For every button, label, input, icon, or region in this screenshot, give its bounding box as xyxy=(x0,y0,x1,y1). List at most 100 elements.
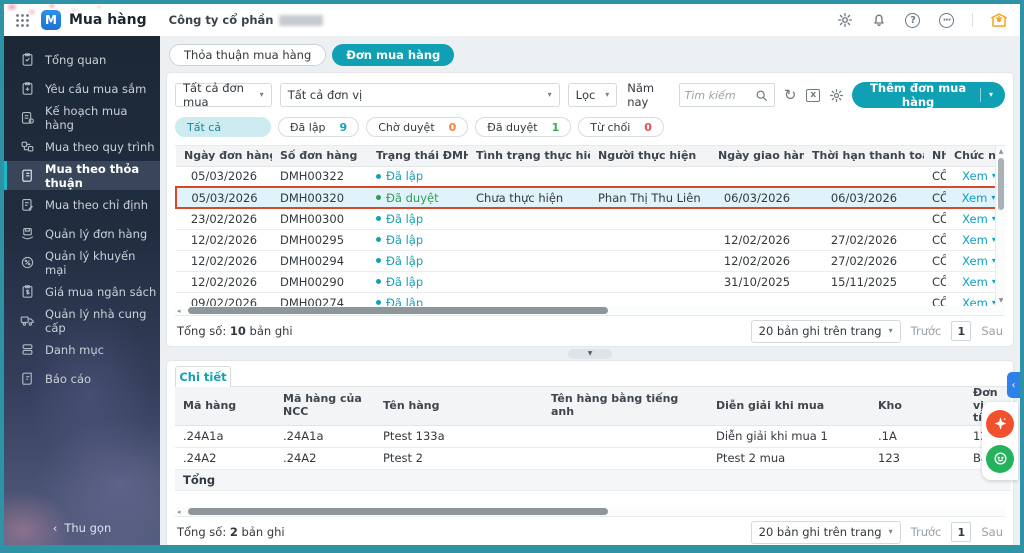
cell-date: 09/02/2026 xyxy=(176,292,272,306)
period-label[interactable]: Năm nay xyxy=(627,81,670,109)
sidebar-item-ke-hoach-mua-hang[interactable]: Kế hoạch mua hàng xyxy=(4,103,160,132)
company-redacted xyxy=(279,14,324,26)
table-row[interactable]: 12/02/2026 DMH00295 Đã lập 12/02/2026 27… xyxy=(176,229,1005,251)
list-item[interactable]: .24A1a .24A1a Ptest 133a Diễn giải khi m… xyxy=(175,425,1011,448)
cell-exec-status xyxy=(468,250,590,272)
top-header: M Mua hàng Công ty cổ phần ? ··· xyxy=(4,4,1020,36)
sidebar-item-quan-ly-khuyen-mai[interactable]: Quản lý khuyến mại xyxy=(4,248,160,277)
order-management-icon xyxy=(20,226,35,241)
help-icon[interactable]: ? xyxy=(904,12,921,29)
chip-tu-choi[interactable]: Từ chối 0 xyxy=(578,117,664,137)
table-row[interactable]: 09/02/2026 DMH00274 Đã lập CÔ Xem▾ xyxy=(176,292,1005,306)
table-row-selected[interactable]: 05/03/2026 DMH00320 Đã duyệt Chưa thực h… xyxy=(175,186,1005,209)
tab-chi-tiet[interactable]: Chi tiết xyxy=(175,366,231,387)
col-kho[interactable]: Kho xyxy=(870,386,965,426)
horizontal-scrollbar[interactable]: ◂ xyxy=(175,306,1005,315)
more-options-icon[interactable]: ··· xyxy=(938,12,955,29)
view-label: Xem xyxy=(962,253,988,268)
sidebar-item-tong-quan[interactable]: Tổng quan xyxy=(4,45,160,74)
page-size-select[interactable]: 20 bản ghi trên trang ▾ xyxy=(750,319,901,343)
table-row[interactable]: 23/02/2026 DMH00300 Đã lập CÔ Xem▾ xyxy=(176,208,1005,230)
sidebar-item-label: Mua theo thỏa thuận xyxy=(45,161,140,190)
prev-page-button[interactable]: Trước xyxy=(911,525,942,539)
horizontal-scrollbar-thumb[interactable] xyxy=(187,508,608,515)
unit-select[interactable]: Tất cả đơn vị ▾ xyxy=(279,83,560,107)
chip-da-duyet[interactable]: Đã duyệt 1 xyxy=(475,117,572,137)
whats-new-icon[interactable] xyxy=(990,11,1008,29)
sidebar-item-danh-muc[interactable]: Danh mục xyxy=(4,335,160,364)
ai-assistant-button[interactable] xyxy=(986,409,1014,438)
settings-icon[interactable] xyxy=(836,12,853,29)
sidebar-item-label: Tổng quan xyxy=(45,52,107,67)
company-name[interactable]: Công ty cổ phần xyxy=(169,13,324,27)
sidebar-item-mua-theo-thoa-thuan[interactable]: Mua theo thỏa thuận xyxy=(4,161,160,190)
scroll-left-icon[interactable]: ◂ xyxy=(177,508,181,516)
sidebar-item-quan-ly-don-hang[interactable]: Quản lý đơn hàng xyxy=(4,219,160,248)
search-input[interactable] xyxy=(684,88,751,102)
col-trang-thai[interactable]: Trạng thái ĐMH xyxy=(368,146,468,167)
list-item[interactable]: .24A2 .24A2 Ptest 2 Ptest 2 mua 123 Bao xyxy=(175,447,1011,470)
app-grid-icon[interactable] xyxy=(14,12,31,29)
current-page-box[interactable]: 1 xyxy=(951,522,972,542)
next-page-button[interactable]: Sau xyxy=(981,525,1003,539)
chevron-down-icon: ▾ xyxy=(547,90,552,99)
status-dot xyxy=(376,237,381,242)
col-ma-hang-ncc[interactable]: Mã hàng của NCC xyxy=(275,386,375,426)
total-label: Tổng số: xyxy=(177,324,227,338)
prev-page-button[interactable]: Trước xyxy=(911,324,942,338)
sidebar-item-bao-cao[interactable]: Báo cáo xyxy=(4,364,160,393)
next-page-button[interactable]: Sau xyxy=(981,324,1003,338)
scroll-left-icon[interactable]: ◂ xyxy=(177,307,181,315)
tab-thoa-thuan-mua-hang[interactable]: Thỏa thuận mua hàng xyxy=(169,44,327,66)
col-ngay-giao-hang[interactable]: Ngày giao hàng xyxy=(710,146,804,167)
col-tinh-trang[interactable]: Tình trạng thực hiện xyxy=(468,146,590,167)
vertical-scrollbar[interactable]: ▲ ▼ xyxy=(995,146,1005,306)
notifications-bell-icon[interactable] xyxy=(870,12,887,29)
detail-empty-space xyxy=(175,491,1005,507)
col-ngay-don-hang[interactable]: Ngày đơn hàng xyxy=(176,146,272,167)
filter-button[interactable]: Lọc ▾ xyxy=(567,83,618,107)
sidebar-collapse-button[interactable]: ‹ Thu gọn xyxy=(4,511,160,545)
sidebar-item-mua-theo-chi-dinh[interactable]: Mua theo chỉ định xyxy=(4,190,160,219)
table-row[interactable]: 12/02/2026 DMH00290 Đã lập 31/10/2025 15… xyxy=(176,271,1005,293)
table-row[interactable]: 05/03/2026 DMH00322 Đã lập CÔ Xem▾ xyxy=(176,166,1005,188)
col-nguoi-thuc-hien[interactable]: Người thực hiện xyxy=(590,146,710,167)
top-tabs: Thỏa thuận mua hàng Đơn mua hàng xyxy=(169,44,1013,66)
scroll-down-icon[interactable]: ▼ xyxy=(996,297,1005,304)
chip-cho-duyet[interactable]: Chờ duyệt 0 xyxy=(366,117,469,137)
sidebar-item-mua-theo-quy-trinh[interactable]: Mua theo quy trình xyxy=(4,132,160,161)
current-page-box[interactable]: 1 xyxy=(951,321,972,341)
table-settings-icon[interactable] xyxy=(829,86,844,104)
side-drawer-toggle[interactable]: ‹ xyxy=(1007,372,1020,398)
sidebar-item-yeu-cau-mua-sam[interactable]: Yêu cầu mua sắm xyxy=(4,74,160,103)
overview-icon xyxy=(20,52,35,67)
support-chat-button[interactable] xyxy=(986,444,1014,473)
app-logo[interactable]: M xyxy=(41,10,61,30)
chip-da-lap[interactable]: Đã lập 9 xyxy=(278,117,360,137)
search-icon[interactable] xyxy=(755,88,769,102)
horizontal-scrollbar[interactable]: ◂ xyxy=(175,507,1005,516)
chip-tat-ca[interactable]: Tất cả xyxy=(175,117,271,137)
add-order-button[interactable]: Thêm đơn mua hàng ▾ xyxy=(852,81,1005,109)
vertical-scrollbar-thumb[interactable] xyxy=(998,158,1004,210)
sidebar-item-quan-ly-nha-cung-cap[interactable]: Quản lý nhà cung cấp xyxy=(4,306,160,335)
col-ten-hang[interactable]: Tên hàng xyxy=(375,386,543,426)
table-row[interactable]: 12/02/2026 DMH00294 Đã lập 12/02/2026 27… xyxy=(176,250,1005,272)
sidebar-item-gia-mua-ngan-sach[interactable]: Giá mua ngân sách xyxy=(4,277,160,306)
page-size-select[interactable]: 20 bản ghi trên trang ▾ xyxy=(750,520,901,544)
export-excel-icon[interactable]: x xyxy=(806,86,821,104)
refresh-icon[interactable]: ↻ xyxy=(783,86,798,104)
order-type-select[interactable]: Tất cả đơn mua ▾ xyxy=(175,81,272,109)
col-nha-cung-cap[interactable]: Nh xyxy=(924,146,946,167)
scroll-up-icon[interactable]: ▲ xyxy=(996,148,1005,155)
splitter-toggle-button[interactable]: ▼ xyxy=(568,348,612,359)
horizontal-scrollbar-thumb[interactable] xyxy=(187,307,608,314)
col-so-don-hang[interactable]: Số đơn hàng xyxy=(272,146,368,167)
col-ma-hang[interactable]: Mã hàng xyxy=(175,386,275,426)
filter-label: Lọc xyxy=(575,88,596,102)
col-thoi-han-thanh-toan[interactable]: Thời hạn thanh toán xyxy=(804,146,924,167)
col-ten-hang-tieng-anh[interactable]: Tên hàng bằng tiếng anh xyxy=(543,386,708,426)
tab-don-mua-hang[interactable]: Đơn mua hàng xyxy=(332,44,455,66)
status-label: Đã lập xyxy=(386,253,424,268)
col-dien-giai[interactable]: Diễn giải khi mua xyxy=(708,386,870,426)
